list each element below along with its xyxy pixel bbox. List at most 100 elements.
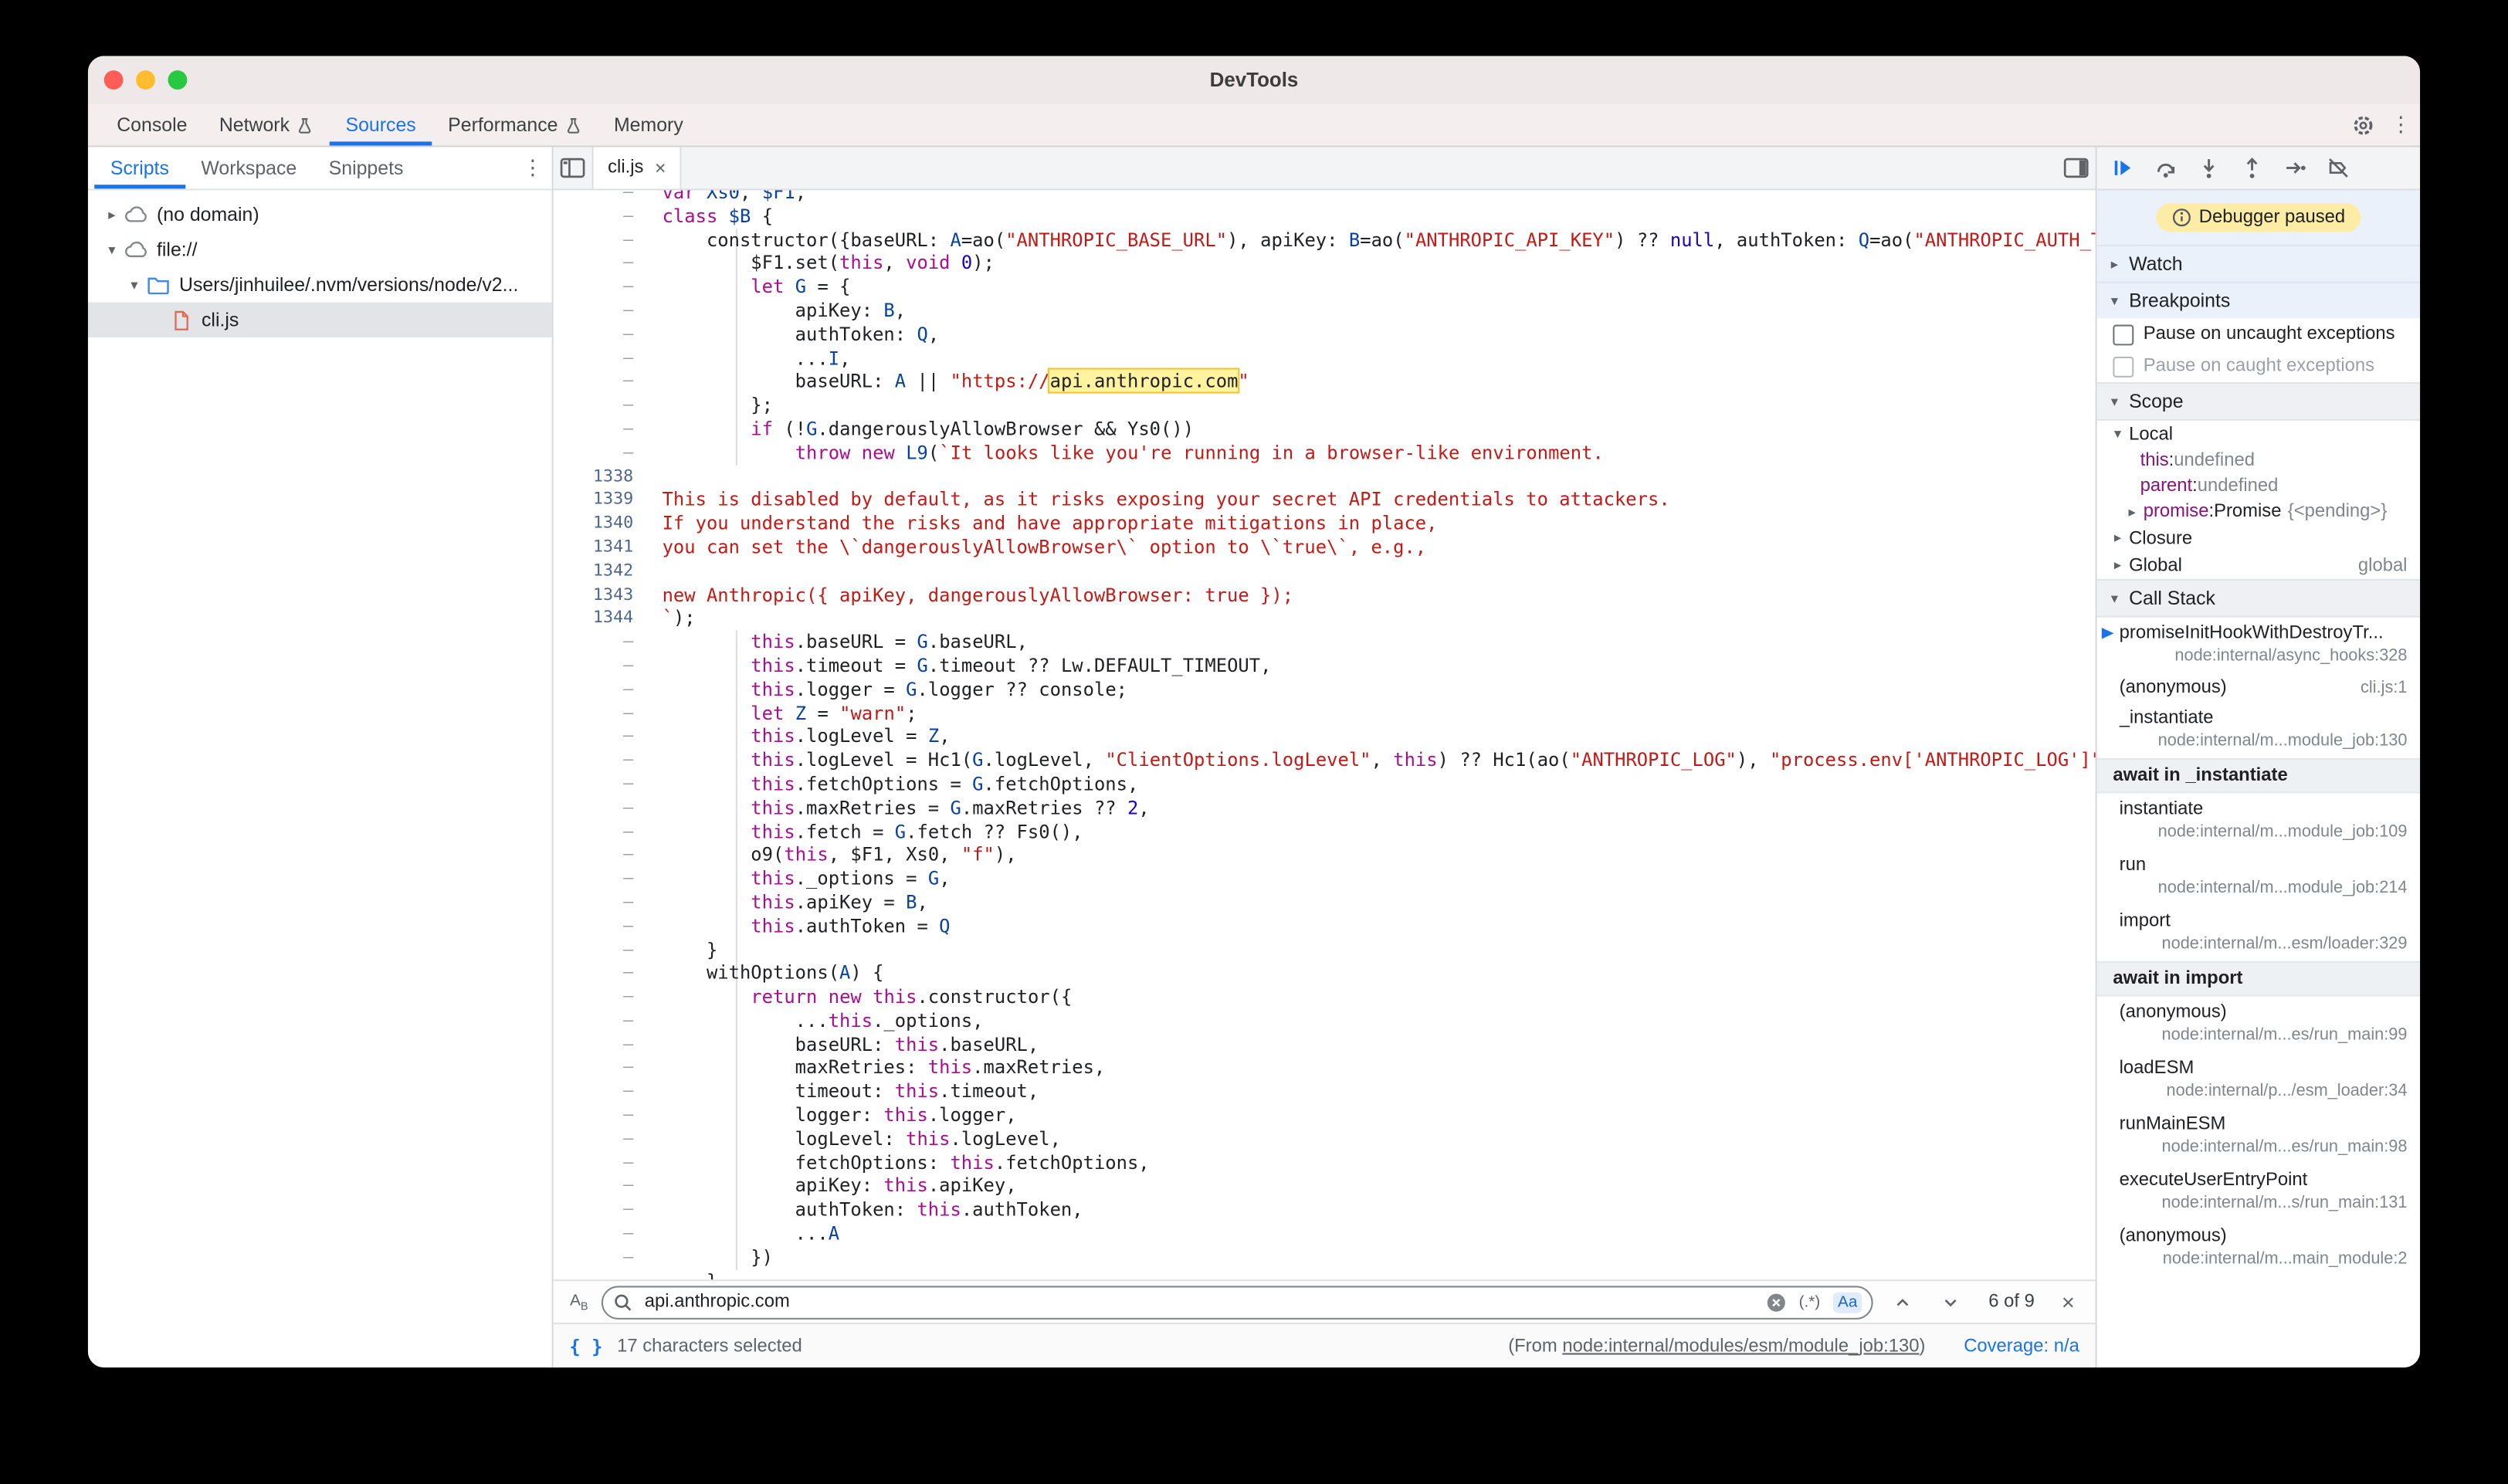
section-breakpoints[interactable]: ▾ Breakpoints — [2097, 282, 2420, 319]
line-number[interactable]: 1338 — [554, 465, 652, 489]
code-line[interactable]: – this.fetch = G.fetch ?? Fs0(), — [554, 820, 2096, 844]
line-number[interactable]: – — [554, 1174, 652, 1198]
code-line[interactable]: – this.logLevel = Z, — [554, 725, 2096, 749]
titlebar[interactable]: DevTools — [88, 56, 2420, 104]
step-over-button[interactable] — [2147, 147, 2185, 189]
scope-local[interactable]: ▾ Local — [2097, 421, 2420, 448]
tree-item-cli-js[interactable]: cli.js — [88, 303, 552, 338]
line-number[interactable]: – — [554, 1222, 652, 1246]
line-number[interactable]: – — [554, 370, 652, 394]
line-number[interactable]: – — [554, 299, 652, 323]
line-number[interactable]: – — [554, 654, 652, 678]
line-number[interactable]: 1341 — [554, 536, 652, 560]
pause-caught-exceptions-row[interactable]: Pause on caught exceptions — [2097, 351, 2420, 382]
settings-gear-icon[interactable] — [2344, 104, 2382, 146]
section-watch[interactable]: ▸ Watch — [2097, 245, 2420, 282]
more-options-icon[interactable]: ⋮ — [2381, 104, 2420, 146]
pause-uncaught-exceptions-row[interactable]: Pause on uncaught exceptions — [2097, 318, 2420, 350]
line-number[interactable]: – — [554, 1151, 652, 1175]
line-number[interactable]: – — [554, 1245, 652, 1269]
code-line[interactable]: – maxRetries: this.maxRetries, — [554, 1056, 2096, 1080]
section-scope[interactable]: ▾ Scope — [2097, 382, 2420, 421]
code-line[interactable]: – }; — [554, 394, 2096, 418]
line-number[interactable]: – — [554, 205, 652, 229]
toggle-navigator-icon[interactable] — [554, 147, 592, 189]
step-out-button[interactable] — [2233, 147, 2272, 189]
navigator-more-icon[interactable]: ⋮ — [513, 147, 552, 189]
code-line[interactable]: 1343new Anthropic({ apiKey, dangerouslyA… — [554, 583, 2096, 607]
line-number[interactable]: 1340 — [554, 512, 652, 536]
code-line[interactable]: – }) — [554, 1245, 2096, 1269]
line-number[interactable]: – — [554, 228, 652, 252]
code-line[interactable]: – this.timeout = G.timeout ?? Lw.DEFAULT… — [554, 654, 2096, 678]
line-number[interactable]: – — [554, 985, 652, 1009]
clear-search-icon[interactable] — [1765, 1292, 1786, 1313]
line-number[interactable]: – — [554, 418, 652, 442]
line-number[interactable]: – — [554, 843, 652, 867]
line-number[interactable]: – — [554, 191, 652, 205]
code-line[interactable]: – this.authToken = Q — [554, 914, 2096, 938]
code-line[interactable]: – throw new L9(`It looks like you're run… — [554, 441, 2096, 465]
code-line[interactable]: – withOptions(A) { — [554, 962, 2096, 986]
line-number[interactable]: – — [554, 938, 652, 962]
scope-global[interactable]: ▸ Global global — [2097, 552, 2420, 579]
line-number[interactable]: – — [554, 796, 652, 820]
regex-toggle[interactable]: (.*) — [1794, 1292, 1825, 1313]
code-line[interactable]: – constructor({baseURL: A=ao("ANTHROPIC_… — [554, 228, 2096, 252]
code-line[interactable]: – } — [554, 1269, 2096, 1279]
search-field[interactable]: (.*) Aa — [602, 1285, 1873, 1319]
code-line[interactable]: – return new this.constructor({ — [554, 985, 2096, 1009]
code-line[interactable]: – let G = { — [554, 276, 2096, 300]
line-number[interactable]: – — [554, 867, 652, 891]
scope-closure[interactable]: ▸ Closure — [2097, 524, 2420, 551]
code-line[interactable]: – logLevel: this.logLevel, — [554, 1127, 2096, 1151]
line-number[interactable]: – — [554, 441, 652, 465]
call-stack-frame[interactable]: executeUserEntryPointnode:internal/m...s… — [2097, 1164, 2420, 1221]
scope-prop-this[interactable]: this undefined — [2097, 448, 2420, 473]
resume-script-button[interactable] — [2103, 147, 2142, 189]
tab-network[interactable]: Network — [203, 104, 330, 146]
call-stack-frame[interactable]: (anonymous)cli.js:1 — [2097, 673, 2420, 702]
code-line[interactable]: – } — [554, 938, 2096, 962]
next-match-icon[interactable] — [1931, 1281, 1970, 1323]
code-line[interactable]: – o9(this, $F1, Xs0, "f"), — [554, 843, 2096, 867]
scope-prop-promise[interactable]: ▸ promise Promise {<pending>} — [2097, 499, 2420, 524]
step-button[interactable] — [2276, 147, 2315, 189]
code-line[interactable]: – this.baseURL = G.baseURL, — [554, 630, 2096, 654]
tree-item-folder[interactable]: ▾ Users/jinhuilee/.nvm/versions/node/v2.… — [88, 267, 552, 303]
line-number[interactable]: – — [554, 347, 652, 371]
code-line[interactable]: – let Z = "warn"; — [554, 701, 2096, 725]
tab-snippets[interactable]: Snippets — [313, 147, 419, 189]
line-number[interactable]: 1343 — [554, 583, 652, 607]
line-number[interactable]: – — [554, 772, 652, 796]
line-number[interactable]: – — [554, 1032, 652, 1056]
tab-sources[interactable]: Sources — [330, 104, 432, 146]
line-number[interactable]: – — [554, 725, 652, 749]
code-line[interactable]: – timeout: this.timeout, — [554, 1080, 2096, 1104]
step-into-button[interactable] — [2190, 147, 2228, 189]
code-line[interactable]: –class $B { — [554, 205, 2096, 229]
code-line[interactable]: – if (!G.dangerouslyAllowBrowser && Ys0(… — [554, 418, 2096, 442]
line-number[interactable]: – — [554, 749, 652, 773]
tree-item-file-protocol[interactable]: ▾ file:// — [88, 232, 552, 267]
line-number[interactable]: 1344 — [554, 607, 652, 631]
code-line[interactable]: – fetchOptions: this.fetchOptions, — [554, 1151, 2096, 1175]
call-stack-frame[interactable]: instantiatenode:internal/m...module_job:… — [2097, 793, 2420, 849]
code-line[interactable]: 1339This is disabled by default, as it r… — [554, 489, 2096, 513]
code-line[interactable]: – apiKey: B, — [554, 299, 2096, 323]
line-number[interactable]: 1342 — [554, 559, 652, 583]
code-line[interactable]: – this.logLevel = Hc1(G.logLevel, "Clien… — [554, 749, 2096, 773]
tree-item-no-domain[interactable]: ▸ (no domain) — [88, 197, 552, 232]
line-number[interactable]: – — [554, 1080, 652, 1104]
code-line[interactable]: – this.apiKey = B, — [554, 891, 2096, 915]
line-number[interactable]: – — [554, 323, 652, 347]
code-line[interactable]: – baseURL: this.baseURL, — [554, 1032, 2096, 1056]
code-line[interactable]: – logger: this.logger, — [554, 1103, 2096, 1127]
code-line[interactable]: 1341you can set the \`dangerouslyAllowBr… — [554, 536, 2096, 560]
close-icon[interactable]: × — [655, 157, 666, 179]
line-number[interactable]: – — [554, 701, 652, 725]
line-number[interactable]: – — [554, 914, 652, 938]
code-line[interactable]: – this.maxRetries = G.maxRetries ?? 2, — [554, 796, 2096, 820]
code-line[interactable]: 1340If you understand the risks and have… — [554, 512, 2096, 536]
code-line[interactable]: – ...I, — [554, 347, 2096, 371]
